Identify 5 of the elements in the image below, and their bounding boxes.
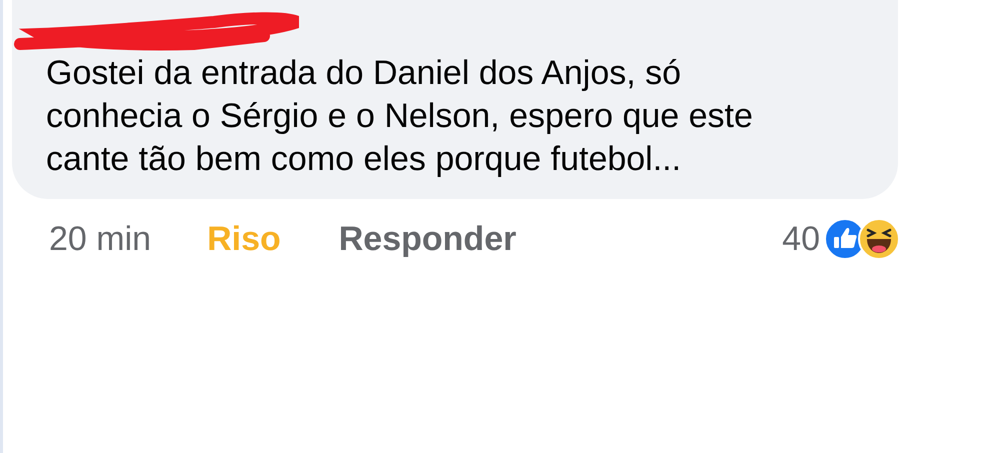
laughing-emoji-icon [858,218,900,260]
timestamp: 20 min [49,220,152,258]
reply-link[interactable]: Responder [338,220,516,258]
comment-text: Gostei da entrada do Daniel dos Anjos, só conhecia o Sérgio e o Nelson, espero que este cante tão bem como eles porque futebol... [46,53,754,180]
reaction-count: 40 [782,220,820,258]
